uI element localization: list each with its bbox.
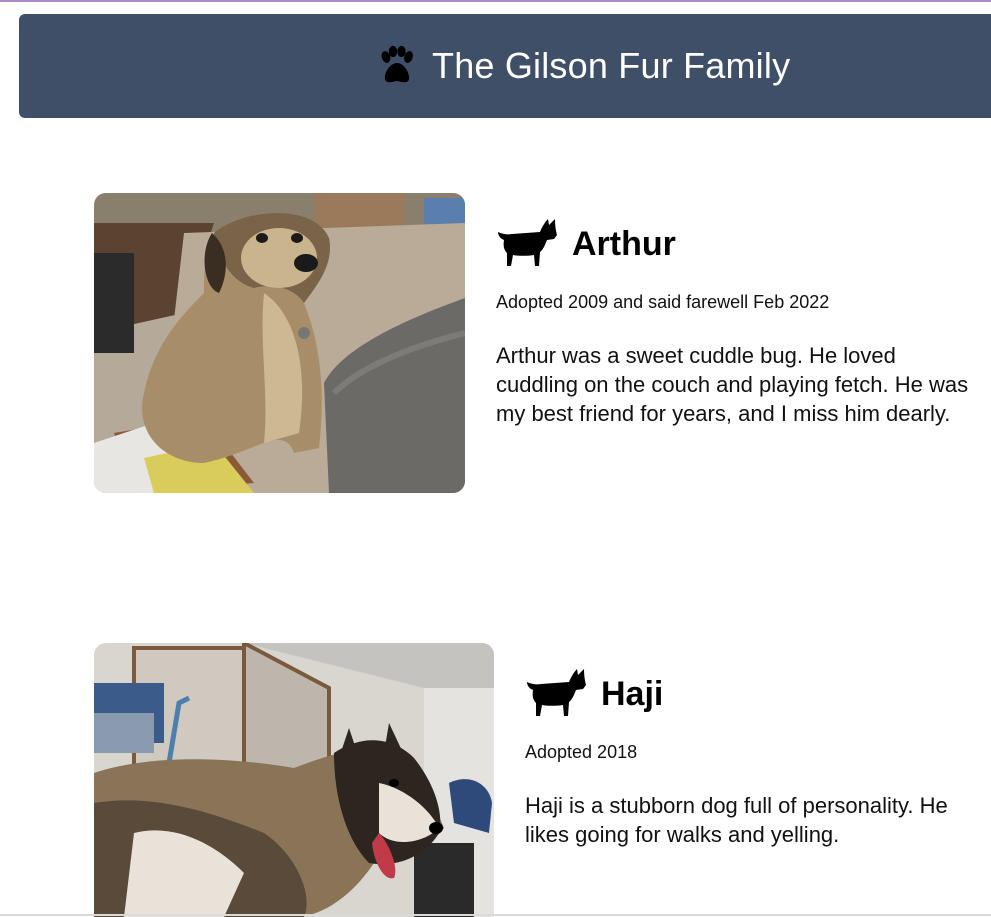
arthur-photo-image <box>94 193 465 493</box>
top-border <box>0 0 991 2</box>
pet-description: Haji is a stubborn dog full of personali… <box>525 793 948 847</box>
pet-name-row: Arthur <box>496 216 976 272</box>
pet-description: Arthur was a sweet cuddle bug. He loved … <box>496 343 969 426</box>
pet-name: Haji <box>601 674 664 713</box>
page-title: The Gilson Fur Family <box>432 45 791 86</box>
pet-info-haji: Haji Adopted 2018 Haji is a stubborn dog… <box>525 666 965 849</box>
dog-silhouette-icon <box>527 669 586 716</box>
pet-adoption-date: Adopted 2009 and said farewell Feb 2022 <box>496 292 830 312</box>
pet-photo-haji <box>94 643 494 917</box>
paw-icon <box>381 46 413 83</box>
pet-photo-arthur <box>94 193 465 493</box>
bottom-border <box>0 914 991 916</box>
site-header: The Gilson Fur Family <box>19 14 991 118</box>
pet-info-arthur: Arthur Adopted 2009 and said farewell Fe… <box>496 216 976 428</box>
pet-name: Arthur <box>572 224 676 263</box>
pet-adoption-date: Adopted 2018 <box>525 742 638 762</box>
pet-name-row: Haji <box>525 666 965 722</box>
header-brand: The Gilson Fur Family <box>378 42 790 90</box>
haji-photo-image <box>94 643 494 917</box>
dog-silhouette-icon <box>498 219 557 266</box>
